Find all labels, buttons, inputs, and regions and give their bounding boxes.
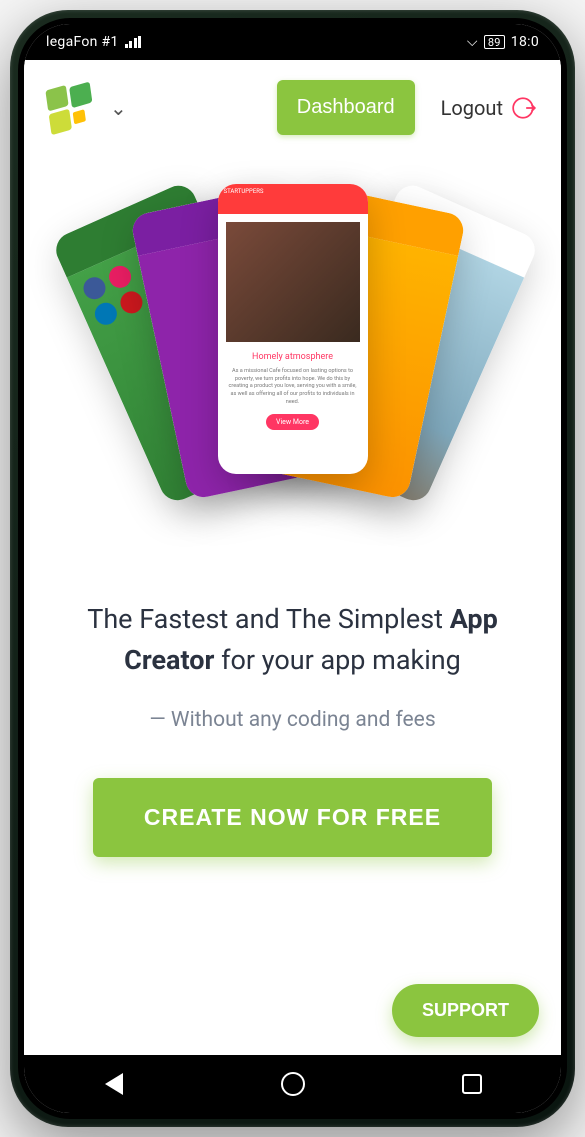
chevron-down-icon[interactable]: ⌄ [110, 96, 127, 120]
app-header: ⌄ Dashboard Logout [24, 60, 561, 149]
headline-post: for your app making [214, 644, 460, 676]
logout-icon [511, 95, 537, 121]
page-content: ⌄ Dashboard Logout [24, 60, 561, 1055]
status-right: ⌵ 89 18:0 [467, 34, 539, 50]
phones-fan: STARTUPPERS Homely atmosphere As a missi… [103, 184, 483, 524]
android-nav-bar [24, 1055, 561, 1113]
sample-card-body: As a missional Cafe focused on lasting o… [226, 368, 360, 406]
create-free-button[interactable]: CREATE NOW FOR FREE [93, 778, 493, 857]
headline-pre: The Fastest and The Simplest [87, 603, 449, 635]
support-button[interactable]: SUPPORT [392, 984, 539, 1037]
screen: legaFon #1 ⌵ 89 18:0 [24, 24, 561, 1113]
back-button[interactable] [92, 1062, 136, 1106]
hero-illustration: STARTUPPERS Homely atmosphere As a missi… [24, 149, 561, 549]
home-button[interactable] [271, 1062, 315, 1106]
logout-label: Logout [441, 96, 503, 120]
sample-brand-bar: STARTUPPERS [218, 184, 368, 214]
device-inner: legaFon #1 ⌵ 89 18:0 [18, 18, 567, 1119]
logout-button[interactable]: Logout [441, 95, 537, 121]
sample-app-featured: STARTUPPERS Homely atmosphere As a missi… [218, 184, 368, 474]
battery-indicator: 89 [484, 35, 505, 49]
recents-icon [462, 1074, 482, 1094]
clock: 18:0 [511, 34, 539, 50]
sample-card-button: View More [266, 414, 319, 430]
recents-button[interactable] [450, 1062, 494, 1106]
brand-logo[interactable] [45, 83, 95, 133]
page-headline: The Fastest and The Simplest App Creator… [60, 599, 525, 680]
status-left: legaFon #1 [46, 34, 141, 50]
back-icon [105, 1073, 123, 1095]
carrier-label: legaFon #1 [46, 34, 119, 50]
device-frame: legaFon #1 ⌵ 89 18:0 [10, 10, 575, 1127]
sample-card-title: Homely atmosphere [226, 352, 360, 362]
page-subhead: — Without any coding and fees [60, 708, 525, 732]
signal-icon [125, 36, 142, 48]
sample-photo [226, 222, 360, 342]
battery-level: 89 [488, 36, 501, 49]
headline-block: The Fastest and The Simplest App Creator… [24, 549, 561, 867]
bluetooth-icon: ⌵ [467, 34, 478, 50]
dashboard-button[interactable]: Dashboard [277, 80, 415, 135]
home-icon [281, 1072, 305, 1096]
display-notch [188, 24, 398, 60]
